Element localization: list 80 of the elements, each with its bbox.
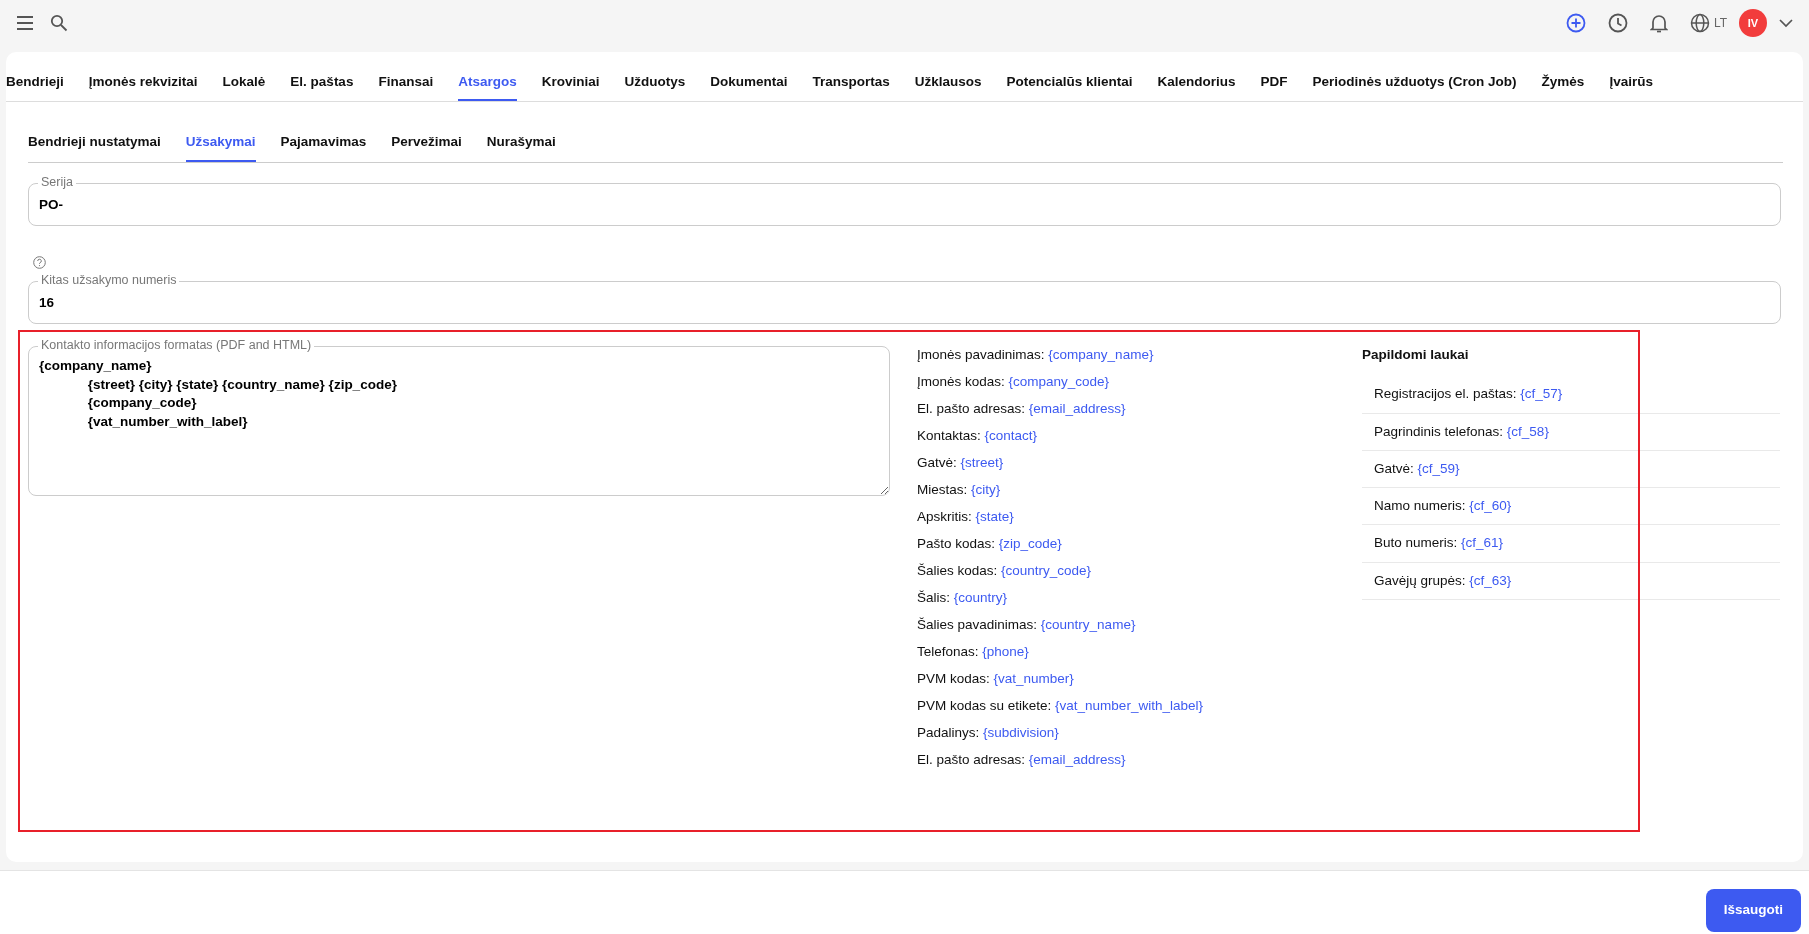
tab[interactable]: Finansai: [378, 64, 434, 102]
merge-field-link[interactable]: {company_name}: [1048, 347, 1154, 363]
tab[interactable]: Lokalė: [222, 64, 266, 102]
merge-field-link[interactable]: {country}: [953, 590, 1008, 606]
merge-field-link[interactable]: {cf_57}: [1520, 386, 1563, 402]
menu-icon[interactable]: [16, 16, 34, 30]
tab[interactable]: Užduotys: [624, 64, 686, 102]
tab[interactable]: Užklausos: [914, 64, 982, 102]
field-label: PVM kodas su etikete:: [917, 698, 1053, 714]
tab[interactable]: Bendrieji: [6, 64, 64, 102]
field-label: PVM kodas:: [917, 671, 991, 687]
section-title: Papildomi laukai: [1362, 346, 1470, 365]
clock-icon[interactable]: [1607, 13, 1628, 33]
merge-field-link[interactable]: {email_address}: [1028, 752, 1126, 768]
merge-field-link[interactable]: {cf_60}: [1469, 498, 1512, 513]
save-button[interactable]: Išsaugoti: [1705, 889, 1801, 932]
user-avatar[interactable]: IV: [1739, 9, 1767, 37]
merge-field-link[interactable]: {phone}: [982, 644, 1029, 660]
merge-field-link[interactable]: {cf_58}: [1506, 423, 1549, 439]
tab[interactable]: Žymės: [1541, 64, 1585, 102]
field-label: Namo numeris:: [1374, 498, 1467, 513]
tab[interactable]: Periodinės užduotys (Cron Job): [1312, 64, 1517, 102]
field-label: Įmonės pavadinimas:: [917, 347, 1046, 363]
tab[interactable]: Bendrieji nustatymai: [28, 124, 161, 162]
field-label: Buto numeris:: [1374, 535, 1459, 551]
merge-field-link[interactable]: {company_code}: [1008, 374, 1110, 390]
field-label: Gavėjų grupės:: [1374, 572, 1467, 588]
field-label: Padalinys:: [917, 725, 981, 741]
merge-field-link[interactable]: {cf_63}: [1469, 572, 1512, 588]
merge-field-link[interactable]: {country_code}: [1001, 563, 1092, 579]
help-icon[interactable]: [33, 255, 46, 269]
field-label: Registracijos el. paštas:: [1374, 386, 1518, 402]
tab[interactable]: Atsargos: [458, 64, 517, 102]
tab[interactable]: Pervežimai: [391, 124, 462, 162]
field-label: Įmonės kodas:: [917, 374, 1006, 390]
field-label: Telefonas:: [917, 644, 980, 660]
field-label: Pagrindinis telefonas:: [1374, 423, 1505, 439]
field-label: Kitas užsakymo numeris: [38, 272, 180, 289]
field-label: Šalies kodas:: [917, 563, 999, 579]
field-label: Gatvė:: [917, 455, 958, 471]
tab[interactable]: Kalendorius: [1157, 64, 1236, 102]
bell-icon[interactable]: [1649, 13, 1668, 33]
merge-field-link[interactable]: {city}: [971, 482, 1001, 498]
merge-field-link[interactable]: {cf_61}: [1461, 535, 1504, 551]
field-label: Kontakto informacijos formatas (PDF and HTML): [38, 337, 315, 355]
chevron-down-icon[interactable]: [1779, 18, 1793, 28]
language-label[interactable]: LT: [1713, 14, 1727, 32]
tab[interactable]: Nurašymai: [486, 124, 556, 162]
field-label: Šalis:: [917, 590, 951, 606]
field-label: Kontaktas:: [917, 428, 982, 444]
merge-field-link[interactable]: {state}: [975, 509, 1014, 525]
tab[interactable]: Įmonės rekvizitai: [88, 64, 198, 102]
merge-field-link[interactable]: {street}: [960, 455, 1004, 471]
field-label: Šalies pavadinimas:: [917, 617, 1039, 633]
merge-field-link[interactable]: {vat_number}: [993, 671, 1074, 687]
field-label: Miestas:: [917, 482, 969, 498]
tab[interactable]: Potencialūs klientai: [1006, 64, 1133, 102]
field-label: Gatvė:: [1374, 460, 1415, 476]
field-label: El. pašto adresas:: [917, 401, 1027, 417]
globe-icon[interactable]: [1689, 13, 1710, 33]
tab[interactable]: Transportas: [812, 64, 890, 102]
tab[interactable]: Užsakymai: [185, 124, 256, 162]
tab[interactable]: PDF: [1260, 64, 1288, 102]
field-label: Pašto kodas:: [917, 536, 997, 552]
merge-field-link[interactable]: {subdivision}: [983, 725, 1059, 741]
merge-field-link[interactable]: {contact}: [984, 428, 1038, 444]
search-icon[interactable]: [50, 14, 68, 32]
merge-field-link[interactable]: {country_name}: [1040, 617, 1136, 633]
tab[interactable]: Kroviniai: [541, 64, 600, 102]
field-label: Apskritis:: [917, 509, 973, 525]
merge-field-link[interactable]: {zip_code}: [998, 536, 1062, 552]
field-label: El. pašto adresas:: [917, 752, 1027, 768]
merge-field-link[interactable]: {cf_59}: [1417, 460, 1460, 476]
tab[interactable]: El. paštas: [290, 64, 354, 102]
merge-field-link[interactable]: {email_address}: [1028, 401, 1126, 417]
merge-field-link[interactable]: {vat_number_with_label}: [1055, 698, 1203, 714]
add-circle-icon[interactable]: [1565, 13, 1586, 33]
tab[interactable]: Pajamavimas: [280, 124, 367, 162]
tab[interactable]: Dokumentai: [710, 64, 788, 102]
tab[interactable]: Įvairūs: [1609, 64, 1653, 102]
